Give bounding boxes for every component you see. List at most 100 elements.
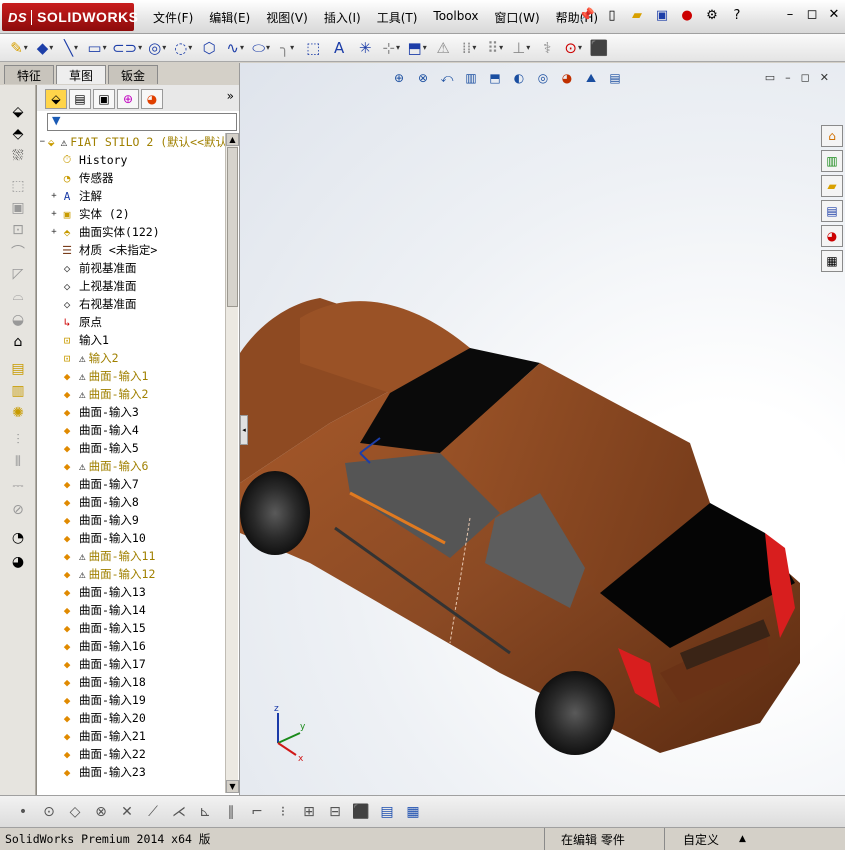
menu-file[interactable]: 文件(F): [145, 9, 201, 26]
line-icon[interactable]: ╲ ▾: [60, 38, 82, 58]
surface-revolve-icon[interactable]: ▥: [7, 382, 29, 400]
nearest-snap-icon[interactable]: ⟋: [142, 802, 164, 822]
rectangle-icon[interactable]: ▭ ▾: [86, 38, 108, 58]
tree-item[interactable]: ☰ 材质 <未指定>: [49, 241, 225, 259]
solidworks-resources-icon[interactable]: ⌂: [821, 125, 843, 147]
trim-icon[interactable]: ⊹ ▾: [380, 38, 402, 58]
tree-item[interactable]: ⊡ 输入1: [49, 331, 225, 349]
mirror-feature-icon[interactable]: ⫴: [7, 453, 29, 471]
tree-item[interactable]: ◆ ⚠ 曲面-输入6: [49, 457, 225, 475]
solidworks-logo[interactable]: DS SOLIDWORKS: [2, 3, 138, 31]
tree-item[interactable]: ◆ 曲面-输入7: [49, 475, 225, 493]
file-explorer-icon[interactable]: ▰: [821, 175, 843, 197]
options-gear-icon[interactable]: ⚙: [703, 6, 721, 24]
tree-item[interactable]: ◆ 曲面-输入18: [49, 673, 225, 691]
chamfer-icon[interactable]: ◸: [7, 265, 29, 283]
center-snap-icon[interactable]: ⊙: [38, 802, 60, 822]
open-folder-icon[interactable]: ▰: [628, 6, 646, 24]
menu-tools[interactable]: 工具(T): [369, 9, 426, 26]
text-icon[interactable]: A: [328, 38, 350, 58]
units-dropdown-icon[interactable]: ▲: [739, 834, 746, 844]
pattern-icon[interactable]: ⠿ ▾: [484, 38, 506, 58]
offset-icon[interactable]: ⚠: [432, 38, 454, 58]
tree-item[interactable]: ◆ 曲面-输入4: [49, 421, 225, 439]
fillet-icon[interactable]: ╮ ▾: [276, 38, 298, 58]
arc-icon[interactable]: ◌ ▾: [172, 38, 194, 58]
horizontal-snap-icon[interactable]: ⌐: [246, 802, 268, 822]
menu-edit[interactable]: 编辑(E): [201, 9, 258, 26]
tree-item[interactable]: + ▣ 实体 (2): [49, 205, 225, 223]
rebuild-traffic-light-icon[interactable]: ●: [678, 6, 696, 24]
quadrant-snap-icon[interactable]: ⊗: [90, 802, 112, 822]
help-question-icon[interactable]: ?: [728, 6, 746, 24]
fillet-feature-icon[interactable]: ⌒: [7, 243, 29, 261]
appearances-scenes-icon[interactable]: ◕: [821, 225, 843, 247]
minimize-icon[interactable]: –: [783, 7, 797, 22]
vertical-snap-icon[interactable]: ⁝: [272, 802, 294, 822]
section-view-icon[interactable]: ◕: [7, 553, 29, 571]
expand-toggle-icon[interactable]: +: [49, 209, 59, 219]
point-snap-icon[interactable]: •: [12, 802, 34, 822]
circle-icon[interactable]: ◎ ▾: [146, 38, 168, 58]
panel-collapse-handle[interactable]: ◂: [240, 415, 248, 445]
configuration-manager-tab-icon[interactable]: ▣: [93, 89, 115, 109]
tree-item[interactable]: ◆ 曲面-输入3: [49, 403, 225, 421]
tree-item[interactable]: ◆ ⚠ 曲面-输入12: [49, 565, 225, 583]
tab-features[interactable]: 特征: [4, 65, 55, 84]
quick-snaps-icon[interactable]: ⬛: [350, 802, 372, 822]
expand-toggle-icon[interactable]: +: [49, 191, 59, 201]
scroll-thumb[interactable]: [227, 147, 238, 307]
curves-icon[interactable]: ⎓: [7, 477, 29, 495]
relations-icon[interactable]: ⊥ ▾: [510, 38, 532, 58]
shell-icon[interactable]: ◒: [7, 311, 29, 329]
graphics-area[interactable]: ⊕ ⊗ ⤺ ▥ ⬒ ◐ ◎ ◕ ⛰ ▤ ▭ – ◻ ✕ z y x ◂ ⌂ ▥ …: [239, 63, 845, 795]
tree-item[interactable]: ◆ 曲面-输入20: [49, 709, 225, 727]
tree-item[interactable]: ◔ 传感器: [49, 169, 225, 187]
tree-item[interactable]: ◆ 曲面-输入5: [49, 439, 225, 457]
extruded-cut-icon[interactable]: ⬚: [7, 177, 29, 195]
tree-item[interactable]: ↳ 原点: [49, 313, 225, 331]
snap-settings-icon[interactable]: ▦: [402, 802, 424, 822]
tree-item[interactable]: + A 注解: [49, 187, 225, 205]
surface-loft-icon[interactable]: ✺: [7, 404, 29, 422]
tree-item[interactable]: ◆ ⚠ 曲面-输入1: [49, 367, 225, 385]
property-manager-tab-icon[interactable]: ▤: [69, 89, 91, 109]
feature-manager-tab-icon[interactable]: ⬙: [45, 89, 67, 109]
tree-item[interactable]: ◇ 上视基准面: [49, 277, 225, 295]
scroll-up-icon[interactable]: ▲: [226, 133, 239, 146]
reference-geometry-icon[interactable]: ⌂: [7, 333, 29, 351]
rib-icon[interactable]: ⌓: [7, 287, 29, 305]
sweep-icon[interactable]: ⛆: [7, 147, 29, 165]
plane-sketch-icon[interactable]: ⬚: [302, 38, 324, 58]
tree-item[interactable]: ◆ 曲面-输入10: [49, 529, 225, 547]
appearance-icon[interactable]: ◔: [7, 529, 29, 547]
rapid-sketch-icon[interactable]: ⊙ ▾: [562, 38, 584, 58]
restore-icon[interactable]: ◻: [805, 7, 819, 22]
extrude-boss-icon[interactable]: ⬙: [7, 103, 29, 121]
view-palette-icon[interactable]: ▤: [821, 200, 843, 222]
pin-icon[interactable]: 📌: [578, 6, 596, 24]
tree-item[interactable]: ⏱ History: [49, 151, 225, 169]
tree-item[interactable]: ◇ 前视基准面: [49, 259, 225, 277]
tree-item[interactable]: ◆ 曲面-输入8: [49, 493, 225, 511]
tree-item[interactable]: ◆ 曲面-输入16: [49, 637, 225, 655]
tab-sheet-metal[interactable]: 钣金: [108, 65, 159, 84]
more-tabs-chevron-icon[interactable]: »: [227, 89, 234, 111]
linear-pattern-icon[interactable]: ⫶: [7, 431, 29, 449]
slot-icon[interactable]: ⊂⊃ ▾: [112, 38, 142, 58]
angle-snap-icon[interactable]: ⊟: [324, 802, 346, 822]
status-units[interactable]: 自定义 ▲: [665, 828, 815, 850]
convert-entities-icon[interactable]: ⬒ ▾: [406, 38, 428, 58]
tree-item[interactable]: ◆ 曲面-输入17: [49, 655, 225, 673]
tab-sketch[interactable]: 草图: [56, 65, 107, 84]
scroll-down-icon[interactable]: ▼: [226, 780, 239, 793]
point-icon[interactable]: ✳: [354, 38, 376, 58]
custom-properties-icon[interactable]: ▦: [821, 250, 843, 272]
new-document-icon[interactable]: ▯: [603, 6, 621, 24]
sketch-grid-icon[interactable]: ▤: [376, 802, 398, 822]
spline-icon[interactable]: ∿ ▾: [224, 38, 246, 58]
car-3d-model[interactable]: z y x: [240, 63, 845, 795]
menu-insert[interactable]: 插入(I): [316, 9, 369, 26]
menu-view[interactable]: 视图(V): [258, 9, 316, 26]
instant3d-icon[interactable]: ⊘: [7, 501, 29, 519]
